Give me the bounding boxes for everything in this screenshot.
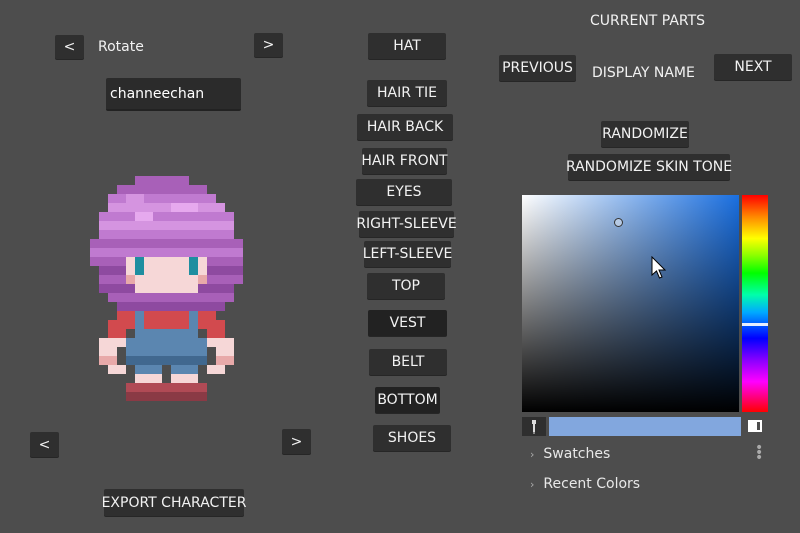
sprite-next-button[interactable]: > [282,429,311,454]
part-button-left-sleeve[interactable]: LEFT-SLEEVE [363,241,452,267]
current-parts-title: CURRENT PARTS [590,13,706,29]
swatches-section[interactable]: › Swatches [530,446,610,462]
hue-slider-handle[interactable] [742,323,768,326]
hue-slider[interactable] [742,195,768,412]
recent-colors-section[interactable]: › Recent Colors [530,476,640,492]
part-button-top[interactable]: TOP [367,273,445,299]
part-button-bottom[interactable]: BOTTOM [375,387,440,413]
next-part-button[interactable]: NEXT [714,54,792,80]
randomize-button[interactable]: RANDOMIZE [601,121,689,147]
alpha-toggle-icon[interactable] [748,420,762,432]
rotate-label: Rotate [98,39,144,55]
randomize-skin-tone-button[interactable]: RANDOMIZE SKIN TONE [566,154,732,180]
saturation-value-area[interactable] [522,195,739,412]
sprite-prev-button[interactable]: < [30,432,59,457]
display-name-label: DISPLAY NAME [592,65,695,81]
color-preview-bar [549,417,741,436]
character-name-input[interactable]: channeechan [106,78,241,111]
part-button-shoes[interactable]: SHOES [373,425,451,451]
swatches-label: Swatches [543,446,611,462]
mouse-cursor-icon [651,256,667,279]
previous-part-button[interactable]: PREVIOUS [499,55,576,81]
rotate-prev-button[interactable]: < [55,35,84,59]
part-button-eyes[interactable]: EYES [356,179,452,205]
part-button-right-sleeve[interactable]: RIGHT-SLEEVE [356,211,457,237]
eyedropper-icon[interactable] [522,417,546,436]
recent-colors-label: Recent Colors [543,476,641,492]
part-button-vest[interactable]: VEST [368,310,447,336]
part-button-hair-front[interactable]: HAIR FRONT [361,148,448,174]
kebab-menu-icon[interactable]: • • • [755,441,763,465]
part-button-hair-back[interactable]: HAIR BACK [357,114,453,140]
rotate-next-button[interactable]: > [254,33,283,57]
character-sprite [90,176,243,401]
chevron-right-icon: › [530,447,535,461]
part-button-hair-tie[interactable]: HAIR TIE [367,80,447,106]
chevron-right-icon: › [530,477,535,491]
color-picker-handle[interactable] [614,218,623,227]
part-button-belt[interactable]: BELT [369,349,447,375]
export-character-button[interactable]: EXPORT CHARACTER [102,489,246,516]
part-button-hat[interactable]: HAT [368,33,446,59]
